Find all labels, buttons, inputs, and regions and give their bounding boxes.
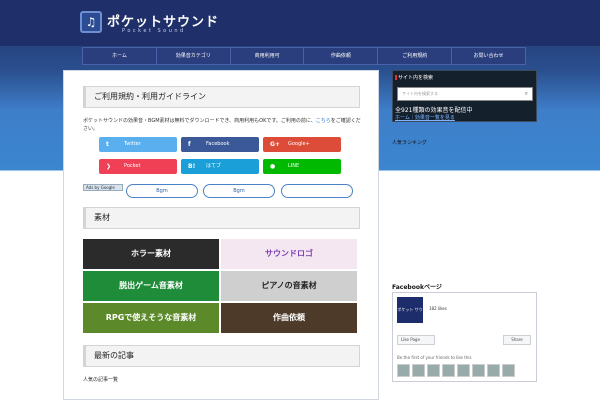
avatar[interactable] — [442, 364, 455, 377]
nav-item[interactable]: ご利用規約 — [377, 48, 451, 64]
search-input[interactable]: サイト内を検索する ⌕ — [397, 87, 533, 101]
horror-tile[interactable]: ホラー素材 — [83, 239, 219, 269]
avatar[interactable] — [487, 364, 500, 377]
share-googleplus-button[interactable]: G+ Google+ — [263, 137, 341, 152]
tile-label: RPGで使えそうな音素材 — [105, 313, 197, 322]
facebook-heading: Facebookページ — [392, 284, 442, 291]
tag-link[interactable]: Bgm — [126, 184, 198, 198]
tile-label: ホラー素材 — [131, 249, 171, 258]
nav-item[interactable]: 商用利用可 — [229, 48, 304, 64]
share-label: Pocket — [124, 163, 141, 169]
music-note-icon[interactable]: ♫ — [80, 11, 102, 33]
intro-body: ポケットサウンドの効果音・BGM素材は無料でダウンロードでき、商用利用もOKです… — [83, 118, 316, 124]
main-content: ご利用規約・利用ガイドライン ポケットサウンドの効果音・BGM素材は無料でダウン… — [63, 70, 379, 400]
share-facebook-button[interactable]: f Facebook — [181, 137, 259, 152]
section-heading: 素材 — [83, 207, 360, 229]
sidebar-links[interactable]: ホーム｜効果音一覧を見る — [395, 114, 455, 121]
share-label: LINE — [288, 163, 300, 169]
commission-tile[interactable]: 作曲依頼 — [221, 303, 357, 333]
page-logo[interactable]: ポケット サウンド — [397, 297, 423, 338]
nav-item[interactable]: ホーム — [82, 48, 156, 64]
escape-game-tile[interactable]: 脱出ゲーム音素材 — [83, 271, 219, 301]
avatar[interactable] — [502, 364, 515, 377]
pocket-icon: ❯ — [106, 163, 112, 170]
share-label: Facebook — [206, 141, 230, 147]
tile-label: サウンドロゴ — [265, 249, 313, 258]
twitter-icon: t — [106, 141, 109, 148]
search-title: サイト内を検索 — [394, 75, 434, 81]
nav-item[interactable]: 効果音カテゴリ — [155, 48, 230, 64]
sidebar-count: 全921種類の効果音を配信中 — [395, 107, 473, 114]
friend-avatars — [397, 364, 515, 377]
avatar[interactable] — [472, 364, 485, 377]
friends-text: Be the first of your friends to like thi… — [397, 355, 472, 360]
share-pocket-button[interactable]: ❯ Pocket — [99, 159, 177, 174]
tag-link[interactable]: Bgm — [203, 184, 275, 198]
nav-item[interactable]: 作曲依頼 — [303, 48, 377, 64]
share-line-button[interactable]: ● LINE — [263, 159, 341, 174]
ads-badge[interactable]: Ads by Google — [83, 184, 123, 191]
site-subtitle: Pocket Sound — [122, 28, 186, 34]
intro-link[interactable]: こちら — [316, 118, 331, 124]
tile-label: 作曲依頼 — [273, 313, 305, 322]
footer-text[interactable]: 人気の記事一覧 — [83, 376, 118, 383]
site-header: ♫ ポケットサウンド Pocket Sound — [0, 0, 600, 46]
nav-item[interactable]: お問い合わせ — [451, 48, 526, 64]
facebook-icon: f — [188, 141, 191, 148]
like-page-button[interactable]: Like Page — [397, 335, 435, 345]
rpg-tile[interactable]: RPGで使えそうな音素材 — [83, 303, 219, 333]
avatar[interactable] — [412, 364, 425, 377]
avatar[interactable] — [427, 364, 440, 377]
sidebar-heading: 人気ランキング — [392, 140, 427, 146]
avatar[interactable] — [457, 364, 470, 377]
piano-tile[interactable]: ピアノの音素材 — [221, 271, 357, 301]
sound-logo-tile[interactable]: サウンドロゴ — [221, 239, 357, 269]
section-heading: 最新の記事 — [83, 345, 360, 367]
like-count: 182 likes — [429, 306, 447, 311]
tile-label: ピアノの音素材 — [261, 281, 317, 290]
share-label: Google+ — [288, 141, 310, 147]
share-hatena-button[interactable]: B! はてブ — [181, 159, 259, 174]
search-icon[interactable]: ⌕ — [525, 88, 528, 100]
main-nav: ホーム 効果音カテゴリ 商用利用可 作曲依頼 ご利用規約 お問い合わせ — [82, 47, 526, 65]
page-heading: ご利用規約・利用ガイドライン — [83, 86, 360, 108]
avatar[interactable] — [397, 364, 410, 377]
share-label: はてブ — [206, 163, 222, 169]
sidebar-search-box: サイト内を検索 サイト内を検索する ⌕ 全921種類の効果音を配信中 ホーム｜効果… — [392, 70, 537, 122]
tag-link[interactable] — [281, 184, 353, 198]
search-placeholder: サイト内を検索する — [402, 91, 438, 96]
googleplus-icon: G+ — [270, 141, 280, 148]
intro-text: ポケットサウンドの効果音・BGM素材は無料でダウンロードでき、商用利用もOKです… — [83, 117, 363, 133]
hatena-icon: B! — [188, 163, 196, 170]
share-twitter-button[interactable]: t Twitter — [99, 137, 177, 152]
share-label: Twitter — [124, 141, 141, 147]
facebook-widget: ポケット サウンド 182 likes Like Page Share Be t… — [392, 292, 537, 382]
line-icon: ● — [270, 163, 276, 170]
tile-label: 脱出ゲーム音素材 — [119, 281, 183, 290]
share-button[interactable]: Share — [503, 335, 531, 345]
